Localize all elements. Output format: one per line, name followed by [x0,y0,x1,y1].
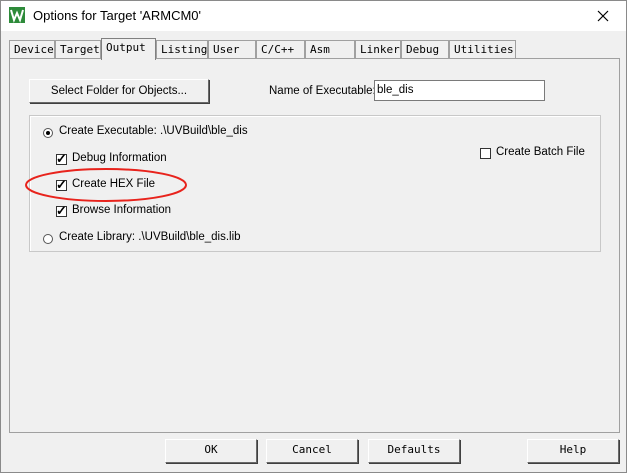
tab-device[interactable]: Device [9,40,55,58]
tab-output[interactable]: Output [101,38,156,60]
cancel-label: Cancel [292,443,332,456]
close-icon [597,10,609,22]
tab-asm[interactable]: Asm [305,40,355,58]
browse-information-checkbox[interactable]: ✓ [56,203,67,218]
create-library-radio[interactable] [43,234,53,244]
tab-label: User [213,43,240,56]
cancel-button[interactable]: Cancel [266,439,358,463]
tab-linker[interactable]: Linker [355,40,401,58]
name-of-executable-label: Name of Executable: [269,85,376,97]
tab-debug[interactable]: Debug [401,40,449,58]
tab-utilities[interactable]: Utilities [449,40,516,58]
tab-label: Debug [406,43,440,56]
ok-label: OK [204,443,218,456]
highlight-ellipse [25,168,187,202]
debug-information-label: Debug Information [72,152,167,164]
title-bar: Options for Target 'ARMCM0' [1,1,626,31]
defaults-label: Defaults [387,443,441,456]
create-batch-file-checkbox[interactable] [480,148,491,159]
help-label: Help [559,443,587,456]
tab-c-cpp[interactable]: C/C++ [256,40,305,58]
tab-label: C/C++ [261,43,295,56]
keil-app-icon [9,7,25,23]
tab-label: Utilities [454,43,514,56]
select-folder-button[interactable]: Select Folder for Objects... [29,79,209,103]
defaults-button[interactable]: Defaults [368,439,460,463]
create-executable-label: Create Executable: .\UVBuild\ble_dis [59,125,248,137]
tab-label: Linker [360,43,400,56]
help-button[interactable]: Help [527,439,619,463]
select-folder-label: Select Folder for Objects... [50,85,188,97]
tab-user[interactable]: User [208,40,256,58]
tab-label: Listing [161,43,208,56]
tab-label: Asm [310,43,330,56]
tab-label: Target [60,43,100,56]
create-library-label: Create Library: .\UVBuild\ble_dis.lib [59,231,241,243]
options-dialog: Options for Target 'ARMCM0' Device Targe… [0,0,627,473]
create-batch-file-label: Create Batch File [496,146,585,158]
window-title: Options for Target 'ARMCM0' [33,8,202,23]
tab-target[interactable]: Target [55,40,101,58]
close-button[interactable] [580,1,626,31]
ok-button[interactable]: OK [165,439,257,463]
name-of-executable-input[interactable]: ble_dis [374,80,545,101]
tab-label: Output [106,41,146,54]
name-of-executable-value: ble_dis [377,84,414,96]
tab-label: Device [14,43,54,56]
output-tab-panel: Select Folder for Objects... Name of Exe… [9,58,620,433]
radio-selected-dot [46,131,50,135]
create-executable-radio[interactable] [43,128,53,138]
tab-listing[interactable]: Listing [156,40,208,58]
